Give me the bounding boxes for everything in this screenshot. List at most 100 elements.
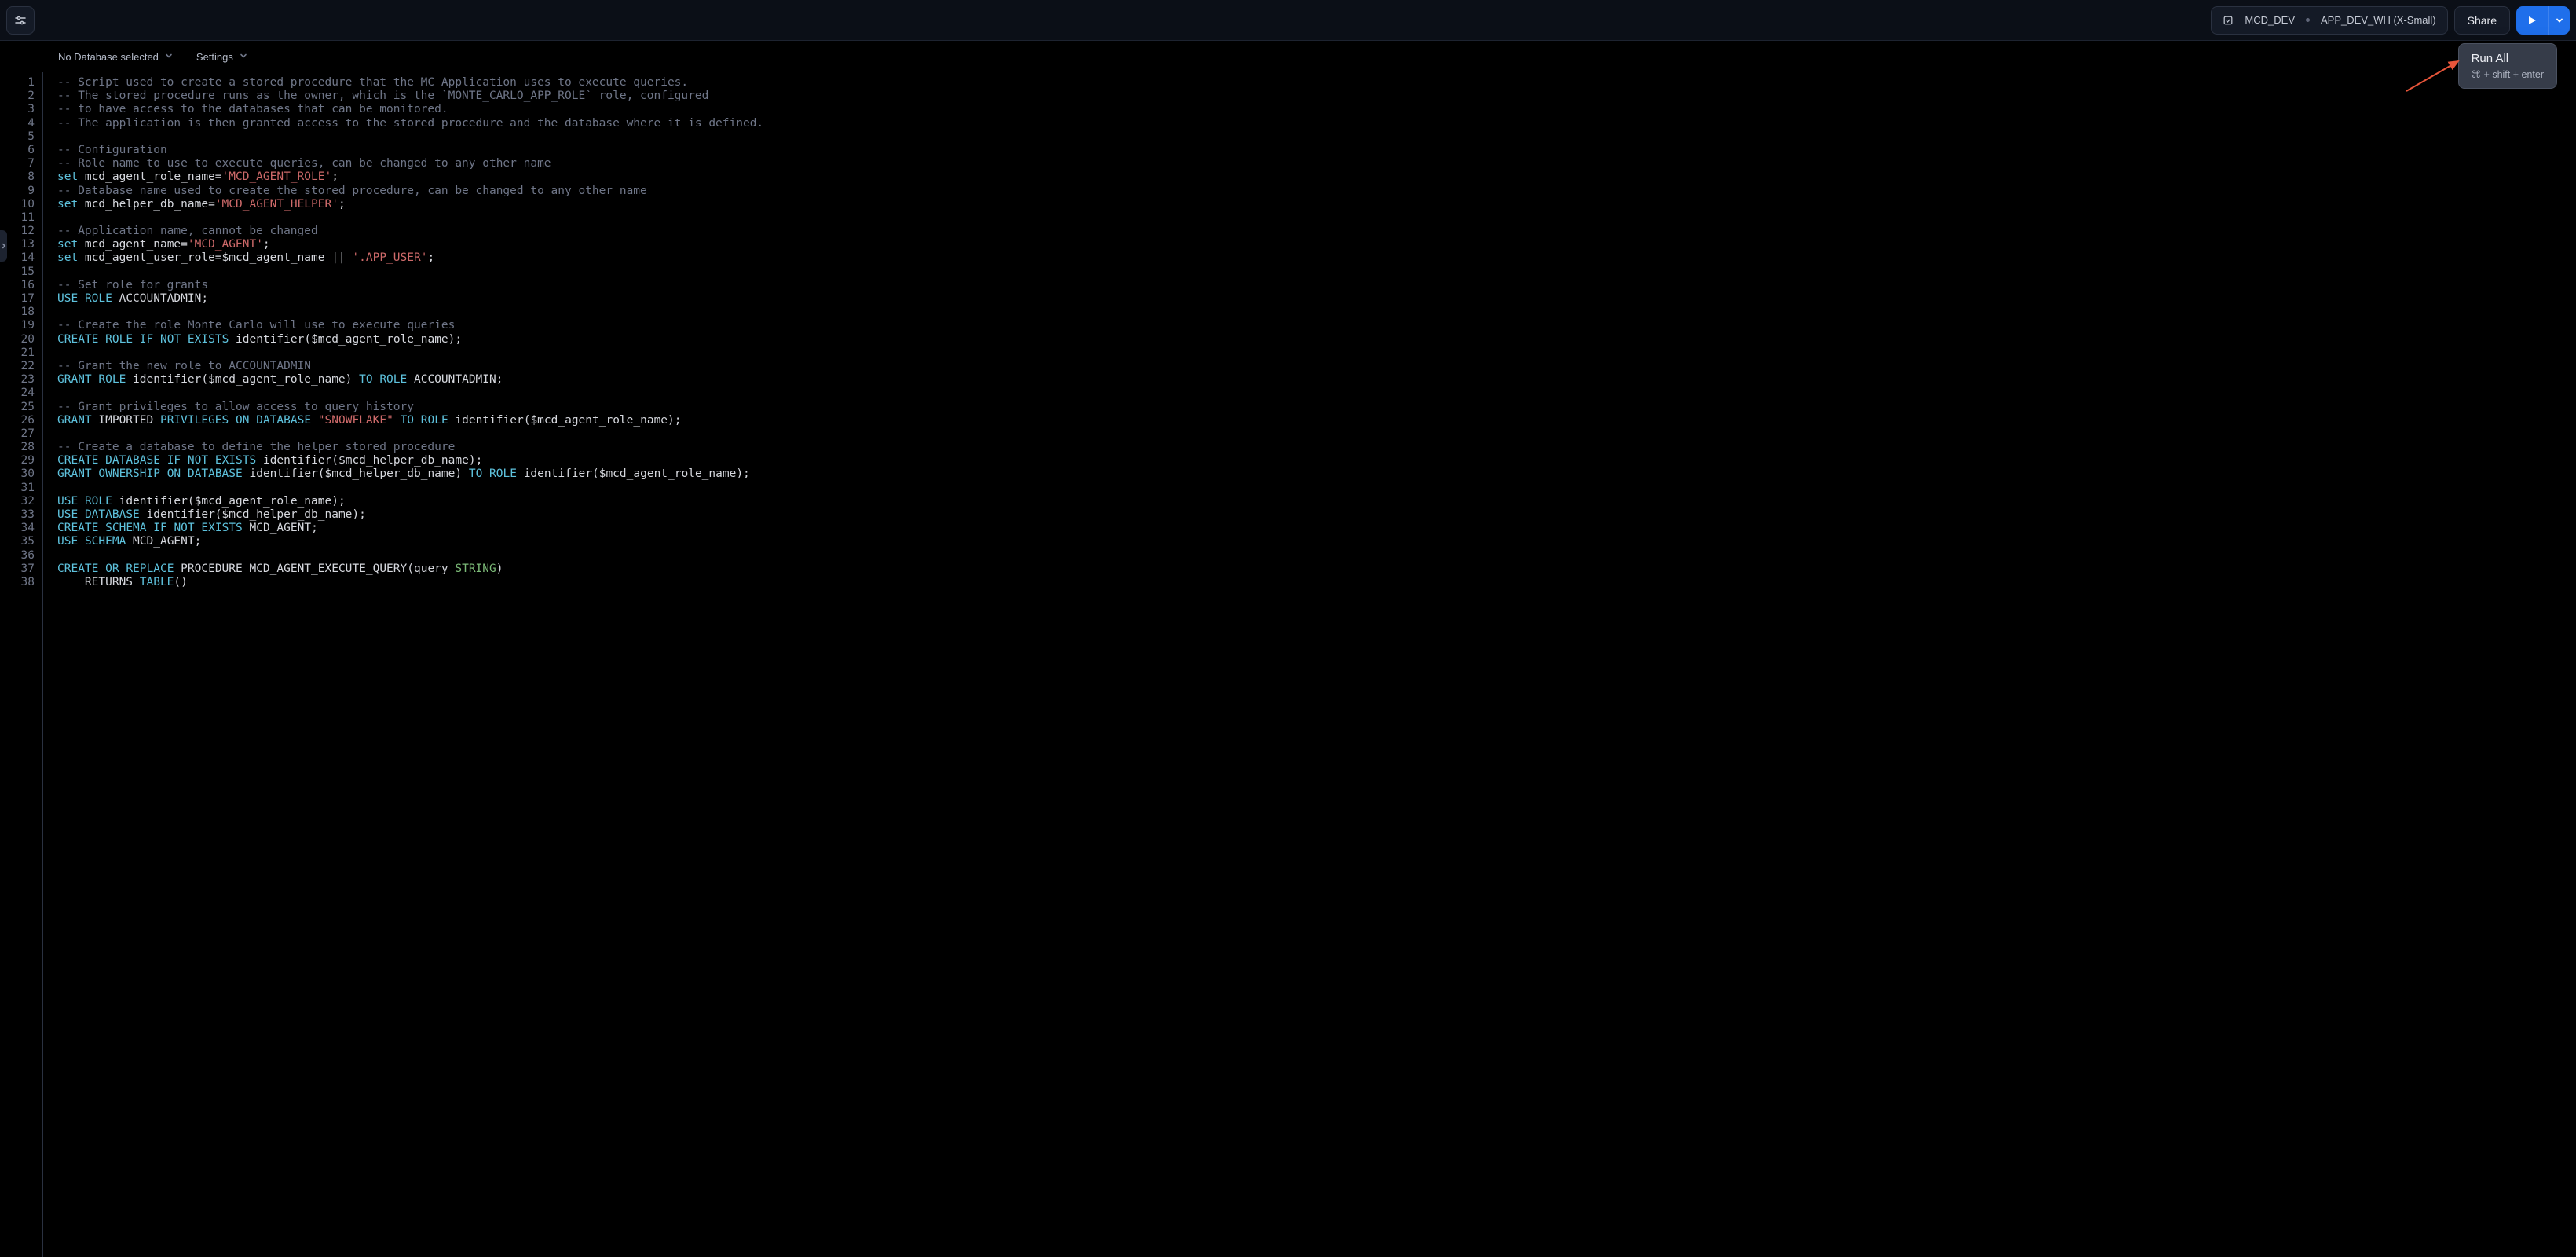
code-line[interactable]: USE ROLE ACCOUNTADMIN; [57, 292, 763, 306]
code-line[interactable]: USE SCHEMA MCD_AGENT; [57, 535, 763, 548]
code-line[interactable]: CREATE OR REPLACE PROCEDURE MCD_AGENT_EX… [57, 563, 763, 576]
line-number: 6 [0, 144, 35, 157]
line-number: 30 [0, 467, 35, 481]
code-line[interactable]: -- Application name, cannot be changed [57, 225, 763, 238]
code-line[interactable]: RETURNS TABLE() [57, 576, 763, 589]
line-number: 37 [0, 563, 35, 576]
code-line[interactable]: -- Set role for grants [57, 279, 763, 292]
code-line[interactable]: USE ROLE identifier($mcd_agent_role_name… [57, 495, 763, 508]
code-line[interactable] [57, 482, 763, 495]
line-number: 8 [0, 170, 35, 184]
sliders-icon [14, 14, 27, 27]
code-line[interactable]: CREATE ROLE IF NOT EXISTS identifier($mc… [57, 333, 763, 346]
warehouse-name: APP_DEV_WH (X-Small) [2321, 14, 2436, 26]
code-line[interactable] [57, 266, 763, 279]
role-icon [2223, 15, 2234, 26]
line-number: 16 [0, 279, 35, 292]
chevron-down-icon [240, 52, 247, 62]
chevron-down-icon [165, 52, 173, 62]
line-number: 10 [0, 198, 35, 211]
line-number: 35 [0, 535, 35, 548]
line-number: 2 [0, 90, 35, 103]
code-line[interactable]: GRANT ROLE identifier($mcd_agent_role_na… [57, 373, 763, 387]
chevron-right-icon [1, 243, 7, 249]
run-dropdown-button[interactable] [2548, 6, 2570, 35]
line-number: 22 [0, 360, 35, 373]
line-number: 15 [0, 266, 35, 279]
settings-dropdown[interactable]: Settings [196, 51, 247, 63]
line-number: 21 [0, 346, 35, 360]
code-line[interactable] [57, 306, 763, 319]
line-number: 7 [0, 157, 35, 170]
run-button[interactable] [2516, 6, 2548, 35]
line-number: 17 [0, 292, 35, 306]
chevron-down-icon [2556, 16, 2563, 24]
line-number: 31 [0, 482, 35, 495]
line-number: 3 [0, 103, 35, 116]
line-number: 5 [0, 130, 35, 144]
code-line[interactable]: -- The application is then granted acces… [57, 117, 763, 130]
line-number: 18 [0, 306, 35, 319]
code-line[interactable]: set mcd_agent_user_role=$mcd_agent_name … [57, 251, 763, 265]
top-toolbar: MCD_DEV APP_DEV_WH (X-Small) Share [0, 0, 2576, 41]
line-number: 23 [0, 373, 35, 387]
line-number: 1 [0, 76, 35, 90]
code-line[interactable]: GRANT IMPORTED PRIVILEGES ON DATABASE "S… [57, 414, 763, 427]
left-panel-handle[interactable] [0, 230, 7, 262]
code-line[interactable]: set mcd_agent_role_name='MCD_AGENT_ROLE'… [57, 170, 763, 184]
line-number: 38 [0, 576, 35, 589]
database-selector[interactable]: No Database selected [58, 51, 173, 63]
line-number: 9 [0, 185, 35, 198]
run-all-title: Run All [2472, 52, 2544, 65]
line-number: 25 [0, 401, 35, 414]
code-line[interactable]: USE DATABASE identifier($mcd_helper_db_n… [57, 508, 763, 522]
code-editor[interactable]: 1234567891011121314151617181920212223242… [0, 72, 2576, 1257]
line-number: 33 [0, 508, 35, 522]
code-line[interactable]: -- Database name used to create the stor… [57, 185, 763, 198]
code-line[interactable]: GRANT OWNERSHIP ON DATABASE identifier($… [57, 467, 763, 481]
line-number: 4 [0, 117, 35, 130]
code-line[interactable]: -- The stored procedure runs as the owne… [57, 90, 763, 103]
line-number: 36 [0, 549, 35, 563]
code-line[interactable]: CREATE SCHEMA IF NOT EXISTS MCD_AGENT; [57, 522, 763, 535]
run-all-shortcut: ⌘ + shift + enter [2472, 68, 2544, 80]
code-line[interactable]: -- Role name to use to execute queries, … [57, 157, 763, 170]
code-line[interactable]: -- Configuration [57, 144, 763, 157]
code-line[interactable]: -- Create the role Monte Carlo will use … [57, 319, 763, 332]
play-icon [2527, 16, 2537, 25]
code-line[interactable] [57, 130, 763, 144]
code-content[interactable]: -- Script used to create a stored proced… [43, 72, 763, 1257]
code-line[interactable]: CREATE DATABASE IF NOT EXISTS identifier… [57, 454, 763, 467]
line-number: 19 [0, 319, 35, 332]
code-line[interactable]: -- Grant the new role to ACCOUNTADMIN [57, 360, 763, 373]
code-line[interactable]: -- Grant privileges to allow access to q… [57, 401, 763, 414]
line-number: 20 [0, 333, 35, 346]
line-number: 29 [0, 454, 35, 467]
code-line[interactable]: set mcd_helper_db_name='MCD_AGENT_HELPER… [57, 198, 763, 211]
code-line[interactable] [57, 427, 763, 441]
code-line[interactable] [57, 211, 763, 225]
line-number: 24 [0, 387, 35, 400]
role-name: MCD_DEV [2245, 14, 2295, 26]
code-line[interactable] [57, 387, 763, 400]
line-number: 26 [0, 414, 35, 427]
code-line[interactable]: -- Create a database to define the helpe… [57, 441, 763, 454]
sliders-icon-button[interactable] [6, 6, 35, 35]
database-label: No Database selected [58, 51, 159, 63]
line-number: 34 [0, 522, 35, 535]
code-line[interactable] [57, 346, 763, 360]
code-line[interactable]: -- Script used to create a stored proced… [57, 76, 763, 90]
share-button[interactable]: Share [2454, 6, 2510, 35]
context-pill[interactable]: MCD_DEV APP_DEV_WH (X-Small) [2211, 6, 2447, 35]
code-line[interactable]: set mcd_agent_name='MCD_AGENT'; [57, 238, 763, 251]
line-number: 27 [0, 427, 35, 441]
run-all-tooltip[interactable]: Run All ⌘ + shift + enter [2458, 43, 2557, 89]
settings-label: Settings [196, 51, 233, 63]
toolbar-right: MCD_DEV APP_DEV_WH (X-Small) Share [2211, 6, 2570, 35]
separator-dot [2306, 18, 2310, 22]
code-line[interactable] [57, 549, 763, 563]
toolbar-left [6, 6, 35, 35]
sub-toolbar: No Database selected Settings [0, 41, 2576, 72]
code-line[interactable]: -- to have access to the databases that … [57, 103, 763, 116]
line-number: 28 [0, 441, 35, 454]
